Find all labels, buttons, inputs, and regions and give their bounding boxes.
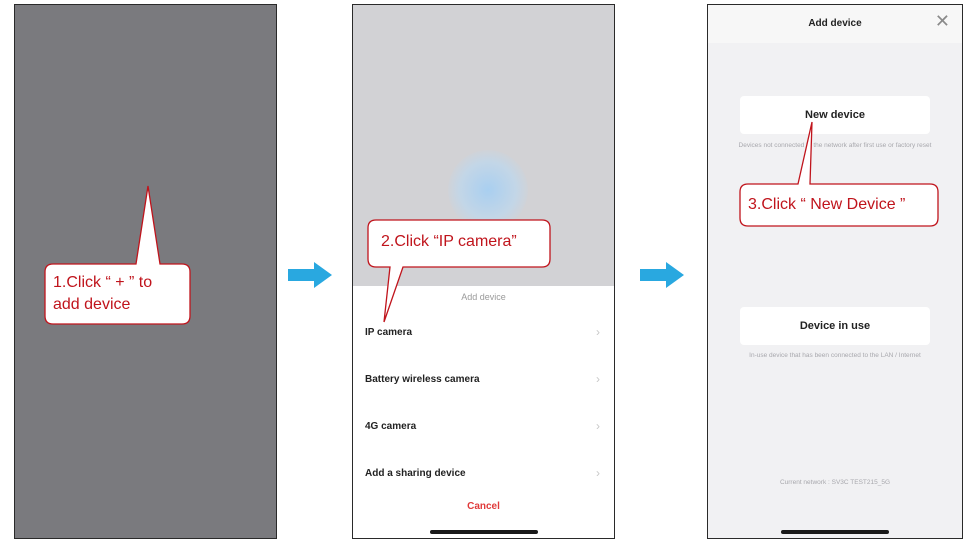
phone-screen-2: Add device IP camera › Battery wireless … bbox=[352, 4, 615, 539]
menu-item-label: 4G camera bbox=[365, 421, 417, 432]
arrow-right-icon bbox=[288, 262, 332, 288]
new-device-button[interactable]: New device bbox=[740, 96, 930, 134]
callout-1-line-1: 1.Click “ + ” to bbox=[53, 274, 153, 291]
home-indicator bbox=[429, 530, 538, 534]
header: Add device ✕ bbox=[708, 5, 962, 43]
arrow-right-icon bbox=[640, 262, 684, 288]
chevron-right-icon: › bbox=[596, 325, 600, 339]
menu-item-label: Add a sharing device bbox=[365, 468, 466, 479]
chevron-right-icon: › bbox=[596, 466, 600, 480]
callout-2-text: 2.Click “IP camera” bbox=[381, 233, 517, 250]
phone-screen-3: Add device ✕ New device Devices not conn… bbox=[707, 4, 963, 539]
callout-1-text: 1.Click “ + ” to add device bbox=[53, 272, 152, 316]
device-in-use-description: In-use device that has been connected to… bbox=[749, 352, 921, 359]
preview-glow bbox=[448, 150, 528, 230]
menu-item-add-sharing-device[interactable]: Add a sharing device › bbox=[353, 454, 614, 494]
callout-3-text: 3.Click “ New Device ” bbox=[748, 196, 906, 213]
menu-item-ip-camera[interactable]: IP camera › bbox=[353, 313, 614, 353]
page-title: Add device bbox=[808, 18, 862, 29]
current-network-text: Current network : SV3C TEST215_5G bbox=[779, 479, 891, 486]
close-icon[interactable]: ✕ bbox=[935, 12, 950, 30]
new-device-description: Devices not connected to the network aft… bbox=[738, 142, 932, 149]
menu-item-4g-camera[interactable]: 4G camera › bbox=[353, 407, 614, 447]
menu-item-label: Battery wireless camera bbox=[365, 374, 480, 385]
callout-1-line-2: add device bbox=[53, 296, 131, 313]
sheet-title: Add device bbox=[461, 292, 506, 302]
chevron-right-icon: › bbox=[596, 419, 600, 433]
menu-item-battery-wireless-camera[interactable]: Battery wireless camera › bbox=[353, 360, 614, 400]
device-in-use-button[interactable]: Device in use bbox=[740, 307, 930, 345]
menu-item-label: IP camera bbox=[365, 327, 413, 338]
cancel-button[interactable]: Cancel bbox=[353, 501, 614, 512]
home-indicator bbox=[781, 530, 889, 534]
chevron-right-icon: › bbox=[596, 372, 600, 386]
